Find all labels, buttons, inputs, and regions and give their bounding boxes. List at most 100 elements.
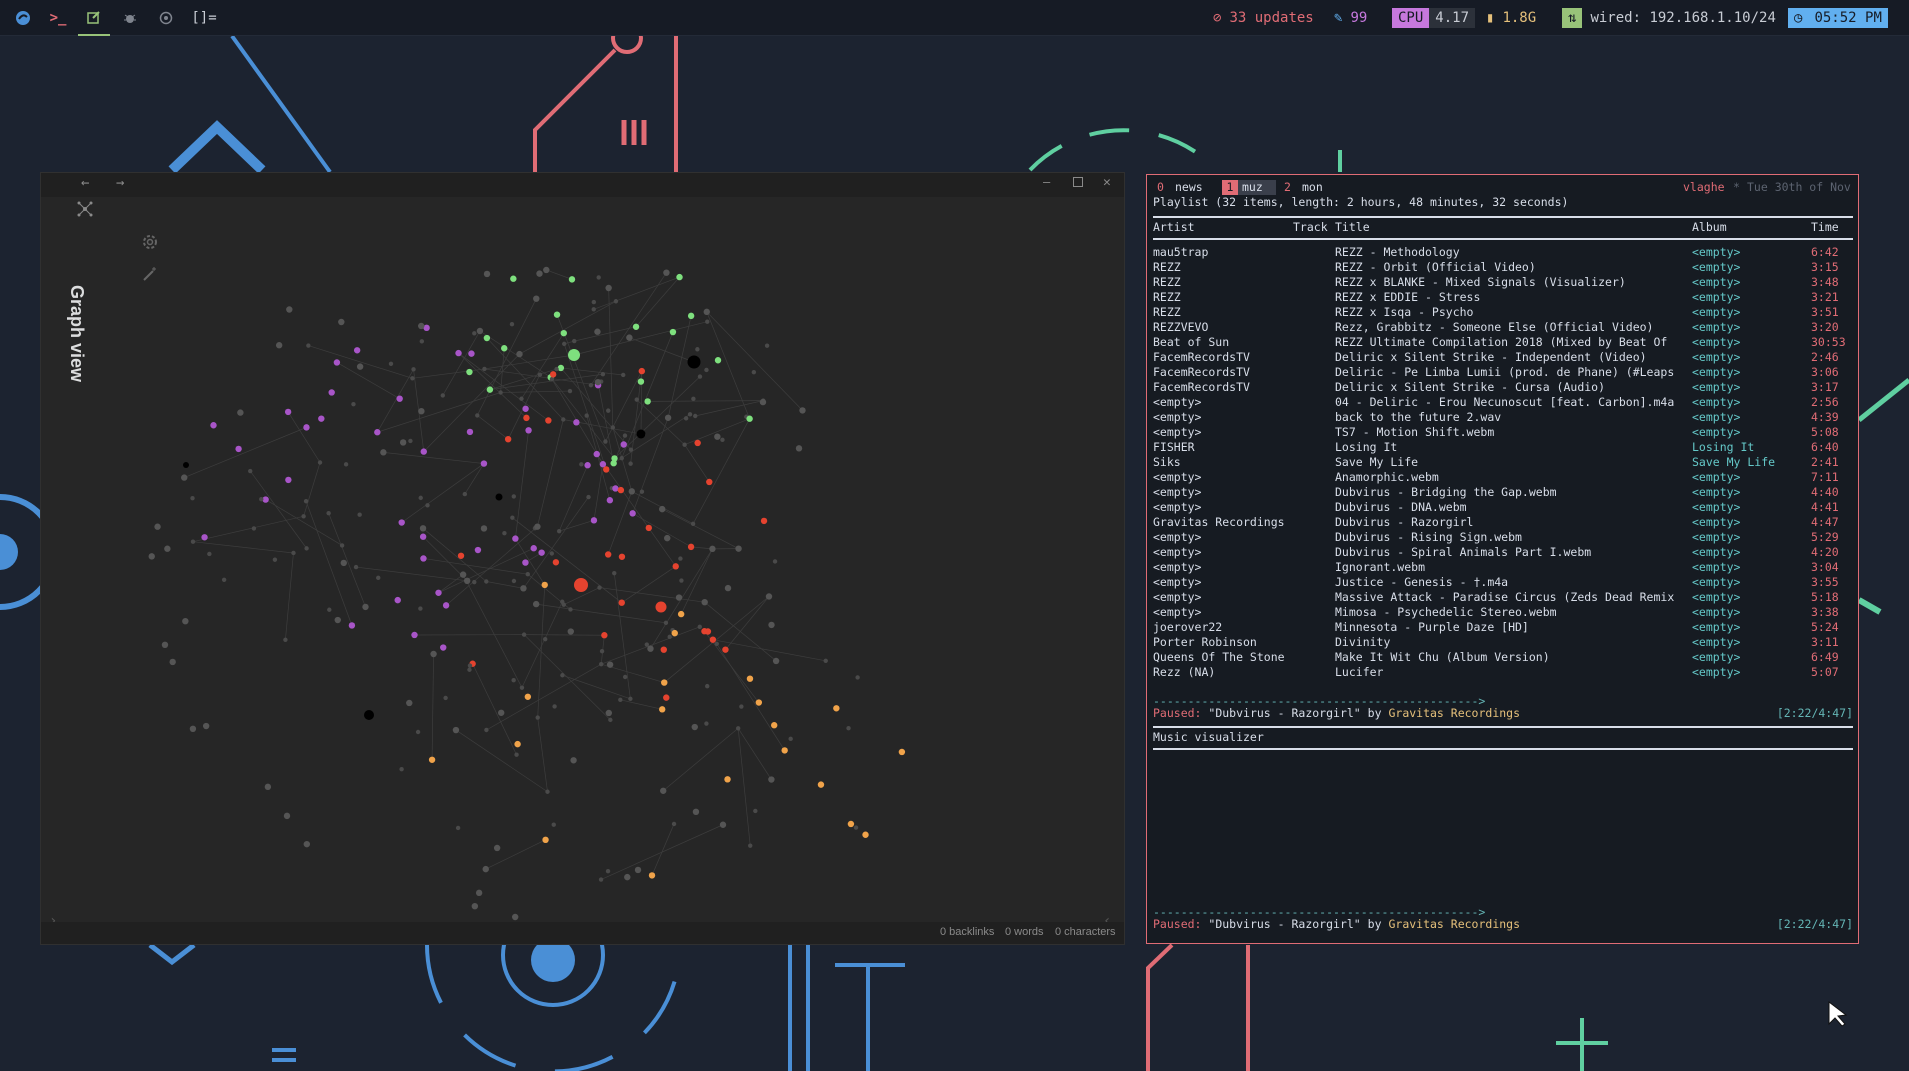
- graph-node[interactable]: [522, 559, 529, 566]
- graph-node[interactable]: [471, 902, 479, 910]
- graph-node[interactable]: [853, 825, 859, 830]
- playlist-row[interactable]: REZZ REZZ x EDDIE - Stress <empty> 3:21: [1153, 290, 1853, 305]
- playlist-row[interactable]: <empty> Justice - Genesis - †.m4a <empty> 3…: [1153, 575, 1853, 590]
- graph-node[interactable]: [664, 414, 672, 421]
- graph-node[interactable]: [562, 341, 567, 347]
- graph-node[interactable]: [483, 334, 491, 342]
- graph-node[interactable]: [557, 364, 565, 372]
- tab-muz[interactable]: muz: [1242, 180, 1263, 195]
- graph-node[interactable]: [317, 460, 323, 465]
- graph-node[interactable]: [455, 349, 462, 357]
- graph-node[interactable]: [603, 466, 610, 473]
- playlist-row[interactable]: FacemRecordsTV Deliric - Pe Limba Lumii (…: [1153, 365, 1853, 380]
- playlist-row[interactable]: <empty> Dubvirus - Rising Sign.webm <empty…: [1153, 530, 1853, 545]
- graph-node[interactable]: [706, 478, 713, 486]
- graph-node[interactable]: [605, 869, 611, 874]
- graph-node[interactable]: [440, 644, 447, 651]
- graph-node[interactable]: [628, 447, 634, 452]
- graph-node[interactable]: [419, 339, 425, 344]
- clock-module[interactable]: ◷ 05:52 PM: [1788, 0, 1888, 36]
- graph-node[interactable]: [659, 706, 666, 713]
- graph-node[interactable]: [604, 551, 612, 558]
- graph-node[interactable]: [537, 372, 543, 377]
- graph-node[interactable]: [556, 528, 562, 534]
- graph-node[interactable]: [435, 589, 442, 596]
- graph-node[interactable]: [285, 476, 292, 484]
- graph-node[interactable]: [462, 491, 468, 497]
- graph-node[interactable]: [620, 441, 627, 448]
- graph-node[interactable]: [590, 517, 598, 524]
- graph-node[interactable]: [522, 405, 529, 412]
- graph-node[interactable]: [510, 275, 517, 282]
- graph-node[interactable]: [560, 599, 565, 604]
- graph-node[interactable]: [411, 367, 416, 372]
- graph-node[interactable]: [567, 628, 574, 635]
- graph-node[interactable]: [428, 756, 436, 763]
- graph-node[interactable]: [410, 376, 415, 381]
- graph-node[interactable]: [634, 866, 642, 874]
- graph-node[interactable]: [467, 663, 473, 668]
- graph-node[interactable]: [772, 657, 780, 665]
- graph-node[interactable]: [628, 461, 633, 466]
- graph-node[interactable]: [683, 416, 689, 421]
- graph-node[interactable]: [419, 525, 427, 532]
- graph-node[interactable]: [694, 439, 701, 447]
- graph-node[interactable]: [521, 632, 527, 637]
- graph-node[interactable]: [714, 433, 721, 440]
- brightness-module[interactable]: ✎ 99: [1334, 0, 1367, 36]
- graph-node[interactable]: [610, 460, 617, 467]
- graph-node[interactable]: [459, 571, 467, 578]
- graph-node[interactable]: [554, 366, 559, 372]
- graph-node[interactable]: [419, 533, 427, 540]
- graph-node[interactable]: [768, 776, 775, 783]
- graph-node[interactable]: [374, 429, 381, 436]
- graph-node[interactable]: [714, 641, 719, 646]
- graph-canvas[interactable]: [41, 197, 1126, 937]
- graph-node[interactable]: [765, 593, 773, 600]
- playlist-row[interactable]: REZZ REZZ x Isqa - Psycho <empty> 3:51: [1153, 305, 1853, 320]
- graph-node[interactable]: [661, 679, 668, 686]
- graph-node[interactable]: [353, 564, 359, 570]
- graph-node[interactable]: [599, 648, 605, 654]
- graph-node[interactable]: [466, 428, 474, 436]
- graph-node[interactable]: [520, 585, 527, 592]
- graph-node[interactable]: [823, 658, 828, 664]
- graph-node[interactable]: [399, 439, 407, 446]
- graph-node[interactable]: [771, 722, 778, 729]
- graph-node[interactable]: [467, 667, 472, 672]
- graph-node[interactable]: [584, 413, 589, 418]
- graph-node[interactable]: [671, 629, 678, 637]
- graph-node[interactable]: [663, 694, 670, 701]
- graph-node[interactable]: [328, 389, 335, 396]
- graph-node[interactable]: [549, 376, 555, 382]
- graph-node[interactable]: [678, 556, 683, 561]
- graph-node[interactable]: [606, 408, 611, 413]
- graph-node[interactable]: [679, 578, 684, 583]
- graph-node[interactable]: [676, 273, 683, 281]
- graph-node[interactable]: [181, 474, 188, 481]
- graph-node[interactable]: [606, 661, 614, 668]
- arch-logo-icon[interactable]: [8, 0, 38, 36]
- graph-node[interactable]: [357, 512, 362, 517]
- playlist-row[interactable]: Siks Save My Life Save My Life 2:41: [1153, 455, 1853, 470]
- graph-node[interactable]: [235, 445, 242, 453]
- tab-news-number[interactable]: 0: [1157, 180, 1164, 195]
- graph-node[interactable]: [338, 318, 345, 326]
- graph-node[interactable]: [722, 646, 729, 653]
- graph-node[interactable]: [703, 308, 710, 316]
- graph-node[interactable]: [704, 721, 709, 726]
- graph-node[interactable]: [768, 621, 775, 629]
- playlist-row[interactable]: FISHER Losing It Losing It 6:40: [1153, 440, 1853, 455]
- graph-node[interactable]: [418, 407, 425, 415]
- graph-node[interactable]: [788, 736, 793, 742]
- graph-node[interactable]: [480, 460, 488, 467]
- graph-node[interactable]: [535, 715, 540, 720]
- graph-node[interactable]: [541, 581, 548, 589]
- graph-node[interactable]: [334, 616, 341, 624]
- graph-node[interactable]: [628, 488, 636, 495]
- graph-node[interactable]: [862, 831, 869, 838]
- graph-node[interactable]: [690, 521, 696, 527]
- graph-node[interactable]: [425, 503, 430, 508]
- graph-node[interactable]: [621, 372, 626, 378]
- graph-node[interactable]: [691, 396, 696, 402]
